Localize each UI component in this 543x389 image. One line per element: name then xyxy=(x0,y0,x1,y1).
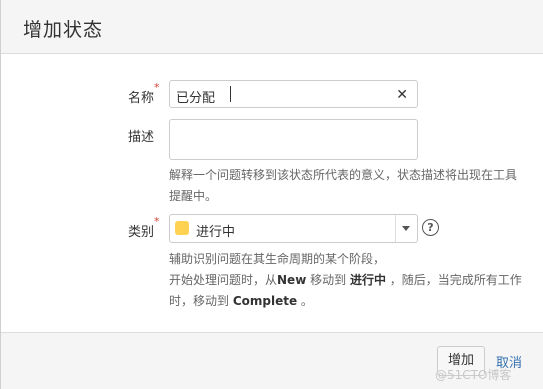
description-label: 描述 xyxy=(127,130,154,145)
help-text-segment: ，随后，当完成所有工作 xyxy=(385,273,522,287)
category-select[interactable]: 进行中 xyxy=(169,214,418,243)
category-help-line: 辅助识别问题在其生命周期的某个阶段， xyxy=(169,252,386,266)
dialog-header: 增加状态 xyxy=(1,0,543,54)
category-help-line: 时，移动到 Complete 。 xyxy=(169,291,529,312)
description-help-line: 解释一个问题转移到该状态所代表的意义，状态描述将出现在工具 xyxy=(169,168,518,182)
watermark: @51CTO博客 xyxy=(435,368,512,382)
add-status-dialog: 增加状态 名称 * 已分配 ✕ 描述 解释一个问题转移到该状态所代表的意义，状态… xyxy=(0,0,543,389)
category-selected-value: 进行中 xyxy=(196,225,236,240)
category-help-text: 辅助识别问题在其生命周期的某个阶段， 开始处理问题时，从New 移动到 进行中 … xyxy=(169,249,529,312)
description-help-text: 解释一个问题转移到该状态所代表的意义，状态描述将出现在工具 提醒中。 xyxy=(169,165,529,207)
help-text-segment: 移动到 xyxy=(306,273,350,287)
dropdown-toggle[interactable] xyxy=(395,215,417,242)
help-text-segment: 开始处理问题时，从 xyxy=(169,273,278,287)
description-help-line: 提醒中。 xyxy=(169,189,218,203)
clear-icon[interactable]: ✕ xyxy=(396,87,408,103)
category-help-line: 开始处理问题时，从New 移动到 进行中 ，随后，当完成所有工作 xyxy=(169,270,529,291)
text-caret xyxy=(230,86,231,102)
description-textarea[interactable] xyxy=(169,119,418,160)
category-color-swatch xyxy=(175,221,189,235)
chevron-down-icon xyxy=(402,226,410,231)
status-name-in-progress: 进行中 xyxy=(349,273,386,287)
status-name-complete: Complete xyxy=(232,294,298,308)
question-circle-icon[interactable]: ? xyxy=(422,219,439,236)
help-text-segment: 时，移动到 xyxy=(169,294,233,308)
dialog-title: 增加状态 xyxy=(23,19,104,41)
category-label: 类别 xyxy=(127,225,154,240)
name-input-value: 已分配 xyxy=(176,91,216,106)
name-label: 名称 xyxy=(127,91,154,106)
category-required-mark: * xyxy=(154,215,160,228)
name-required-mark: * xyxy=(154,81,160,94)
name-input[interactable]: 已分配 ✕ xyxy=(169,80,418,108)
help-text-segment: 。 xyxy=(297,294,313,308)
status-name-new: New xyxy=(277,273,307,287)
